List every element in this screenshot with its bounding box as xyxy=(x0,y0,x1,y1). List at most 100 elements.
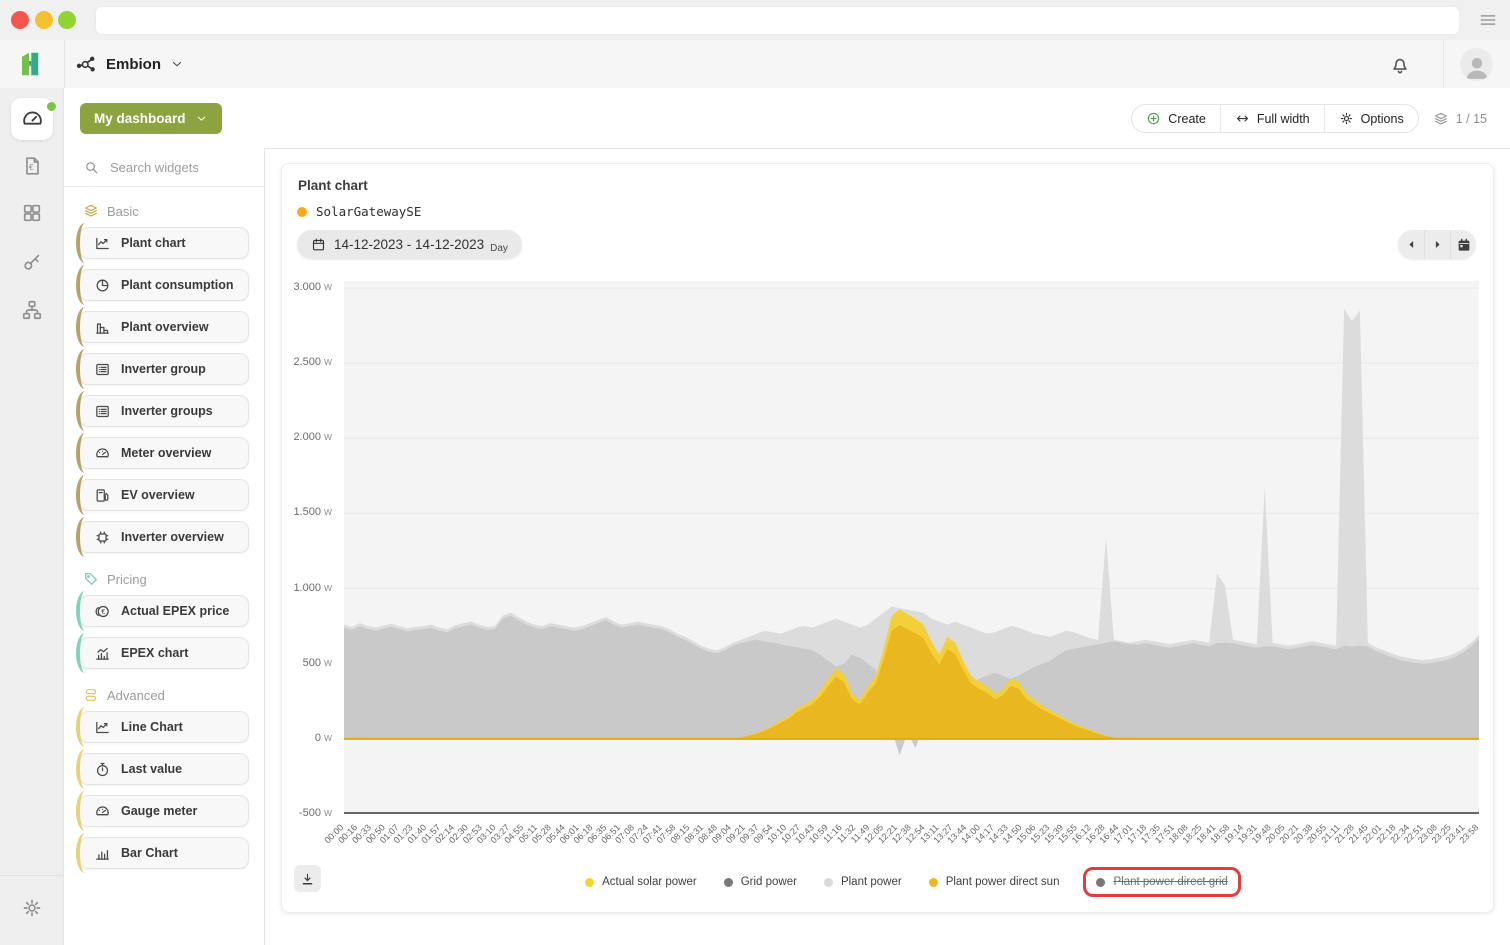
prev-period-button[interactable] xyxy=(1398,230,1424,259)
y-axis-label: 0W xyxy=(276,732,332,744)
widget-card-label: Inverter group xyxy=(121,362,206,376)
window-minimize-button[interactable] xyxy=(35,11,53,29)
widget-card-bar-chart[interactable]: Bar Chart xyxy=(79,837,249,869)
y-axis-label: 1.000W xyxy=(276,582,332,594)
next-period-button[interactable] xyxy=(1424,230,1450,259)
key-icon xyxy=(21,251,43,273)
header-divider xyxy=(1443,40,1444,88)
full-width-button[interactable]: Full width xyxy=(1220,105,1324,132)
widget-card-inverter-group[interactable]: Inverter group xyxy=(79,353,249,385)
y-axis-label: 3.000W xyxy=(276,281,332,293)
widget-card-label: EV overview xyxy=(121,488,195,502)
sidebar-item-invoices[interactable]: € xyxy=(0,146,63,186)
gear-icon xyxy=(1339,111,1354,126)
date-range-button[interactable]: 14-12-2023 - 14-12-2023 Day xyxy=(297,230,522,259)
widget-card-label: Inverter groups xyxy=(121,404,213,418)
options-button[interactable]: Options xyxy=(1324,105,1418,132)
legend-item-actual-solar-power[interactable]: Actual solar power xyxy=(585,876,697,888)
toolbar-button-group: Create Full width Options xyxy=(1131,104,1418,133)
sidebar-item-hierarchy[interactable] xyxy=(0,290,63,330)
active-indicator-dot xyxy=(47,102,56,111)
browser-menu-icon[interactable] xyxy=(1478,10,1498,30)
widget-card-gauge-meter[interactable]: Gauge meter xyxy=(79,795,249,827)
list-icon xyxy=(94,403,111,420)
widget-card-inverter-groups[interactable]: Inverter groups xyxy=(79,395,249,427)
page-indicator: 1 / 15 xyxy=(1433,111,1487,127)
legend-item-plant-power-direct-grid[interactable]: Plant power direct grid xyxy=(1083,867,1240,897)
gauge-icon xyxy=(94,445,111,462)
ev-charger-icon xyxy=(94,487,111,504)
card-accent xyxy=(76,517,94,557)
widget-card-meter-overview[interactable]: Meter overview xyxy=(79,437,249,469)
window-close-button[interactable] xyxy=(11,11,29,29)
bar-chart-icon xyxy=(94,845,111,862)
period-nav-group xyxy=(1398,230,1476,259)
app-header: Embion xyxy=(0,40,1510,89)
plant-overview-icon xyxy=(94,319,111,336)
header-actions xyxy=(1389,40,1510,88)
widget-card-plant-chart[interactable]: Plant chart xyxy=(79,227,249,259)
app-logo[interactable] xyxy=(0,40,65,88)
notifications-bell-icon[interactable] xyxy=(1389,53,1411,75)
widgets-grid-icon xyxy=(21,202,43,224)
calendar-solid-icon xyxy=(1456,237,1472,253)
widget-card-label: Plant chart xyxy=(121,236,186,250)
legend-dot xyxy=(724,878,733,887)
calendar-icon xyxy=(311,237,326,252)
legend-item-grid-power[interactable]: Grid power xyxy=(724,876,797,888)
card-accent xyxy=(76,749,94,789)
svg-text:€: € xyxy=(28,163,33,172)
widget-card-label: Plant consumption xyxy=(121,278,234,292)
widget-card-actual-epex-price[interactable]: €Actual EPEX price xyxy=(79,595,249,627)
chip-icon xyxy=(94,529,111,546)
card-accent xyxy=(76,223,94,263)
x-axis: 00:0000:1600:3300:5001:0701:2301:4001:57… xyxy=(344,814,1479,864)
device-name: SolarGatewaySE xyxy=(316,204,421,219)
window-zoom-button[interactable] xyxy=(58,11,76,29)
search-input[interactable] xyxy=(108,159,262,176)
legend-dot xyxy=(929,878,938,887)
legend-item-plant-power[interactable]: Plant power xyxy=(824,876,902,888)
widget-search[interactable] xyxy=(64,148,264,187)
line-chart-icon xyxy=(94,235,111,252)
caret-right-icon xyxy=(1431,238,1444,251)
user-avatar[interactable] xyxy=(1460,48,1493,81)
card-accent xyxy=(76,475,94,515)
widget-section-header-basic: Basic xyxy=(83,203,249,219)
dashboard-selector-button[interactable]: My dashboard xyxy=(80,103,222,134)
plant-chart-widget: Plant chart SolarGatewaySE 14-12-2023 - … xyxy=(281,163,1494,913)
download-button[interactable] xyxy=(294,865,321,892)
sidebar-item-access-keys[interactable] xyxy=(0,242,63,282)
widget-card-ev-overview[interactable]: EV overview xyxy=(79,479,249,511)
create-button[interactable]: Create xyxy=(1132,105,1220,132)
card-accent xyxy=(76,433,94,473)
date-granularity-label: Day xyxy=(490,243,508,254)
card-accent xyxy=(76,707,94,747)
legend-dot xyxy=(824,878,833,887)
url-bar[interactable] xyxy=(95,6,1460,35)
widget-card-last-value[interactable]: Last value xyxy=(79,753,249,785)
calendar-picker-button[interactable] xyxy=(1450,230,1476,259)
widget-card-label: EPEX chart xyxy=(121,646,188,660)
widget-card-epex-chart[interactable]: EPEX chart xyxy=(79,637,249,669)
layers-icon xyxy=(1433,111,1449,127)
sidebar-divider xyxy=(0,875,63,876)
y-axis-label: 1.500W xyxy=(276,506,332,518)
device-legend[interactable]: SolarGatewaySE xyxy=(297,204,421,219)
widget-card-inverter-overview[interactable]: Inverter overview xyxy=(79,521,249,553)
widget-card-plant-consumption[interactable]: Plant consumption xyxy=(79,269,249,301)
card-accent xyxy=(76,349,94,389)
sidebar-item-dashboard[interactable] xyxy=(11,98,53,140)
nav-sidebar: € xyxy=(0,88,64,945)
widget-card-label: Actual EPEX price xyxy=(121,604,229,618)
organization-dropdown[interactable]: Embion xyxy=(76,40,184,88)
sidebar-item-widgets[interactable] xyxy=(0,193,63,233)
widget-card-label: Plant overview xyxy=(121,320,209,334)
legend-item-plant-power-direct-sun[interactable]: Plant power direct sun xyxy=(929,876,1060,888)
widget-card-line-chart[interactable]: Line Chart xyxy=(79,711,249,743)
card-accent xyxy=(76,307,94,347)
layers-icon xyxy=(83,203,99,219)
sidebar-item-settings[interactable] xyxy=(0,888,63,928)
widget-card-plant-overview[interactable]: Plant overview xyxy=(79,311,249,343)
speedometer-icon xyxy=(20,107,45,132)
